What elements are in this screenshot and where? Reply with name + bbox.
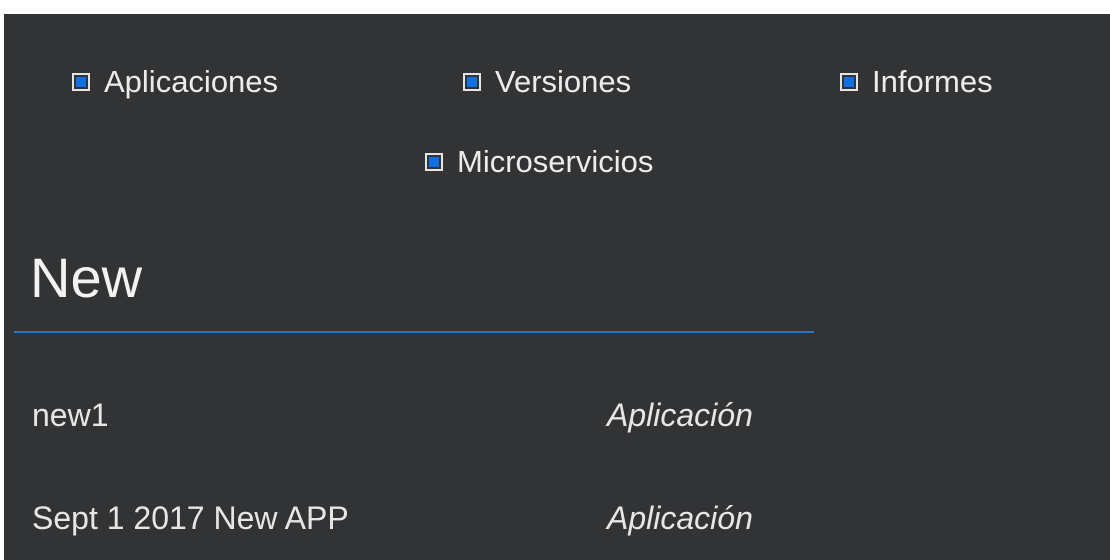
applications-checkbox[interactable]	[72, 73, 90, 91]
result-type: Aplicación	[607, 500, 753, 536]
search-panel: Aplicaciones Versiones Informes Microser…	[4, 14, 1110, 560]
checkbox-check-icon	[844, 77, 854, 87]
search-field	[14, 219, 814, 333]
filter-applications-label: Aplicaciones	[104, 64, 279, 99]
result-name: Sept 1 2017 New APP	[32, 500, 349, 536]
search-input[interactable]	[30, 237, 790, 317]
checkbox-check-icon	[429, 157, 439, 167]
result-row[interactable]: Sept 1 2017 New APP Aplicación	[4, 486, 1110, 556]
filter-versions-label: Versiones	[495, 64, 632, 99]
reports-checkbox[interactable]	[840, 73, 858, 91]
microservices-checkbox[interactable]	[425, 153, 443, 171]
filter-versions[interactable]: Versiones	[463, 64, 631, 100]
result-row[interactable]: new1 Aplicación	[4, 383, 1110, 453]
filter-applications[interactable]: Aplicaciones	[72, 64, 278, 100]
versions-checkbox[interactable]	[463, 73, 481, 91]
result-name: new1	[32, 397, 109, 433]
filter-microservices[interactable]: Microservicios	[425, 144, 653, 180]
filter-reports[interactable]: Informes	[840, 64, 993, 100]
result-type: Aplicación	[607, 397, 753, 433]
filter-microservices-label: Microservicios	[457, 144, 654, 179]
checkbox-check-icon	[76, 77, 86, 87]
filter-reports-label: Informes	[872, 64, 993, 99]
checkbox-check-icon	[467, 77, 477, 87]
